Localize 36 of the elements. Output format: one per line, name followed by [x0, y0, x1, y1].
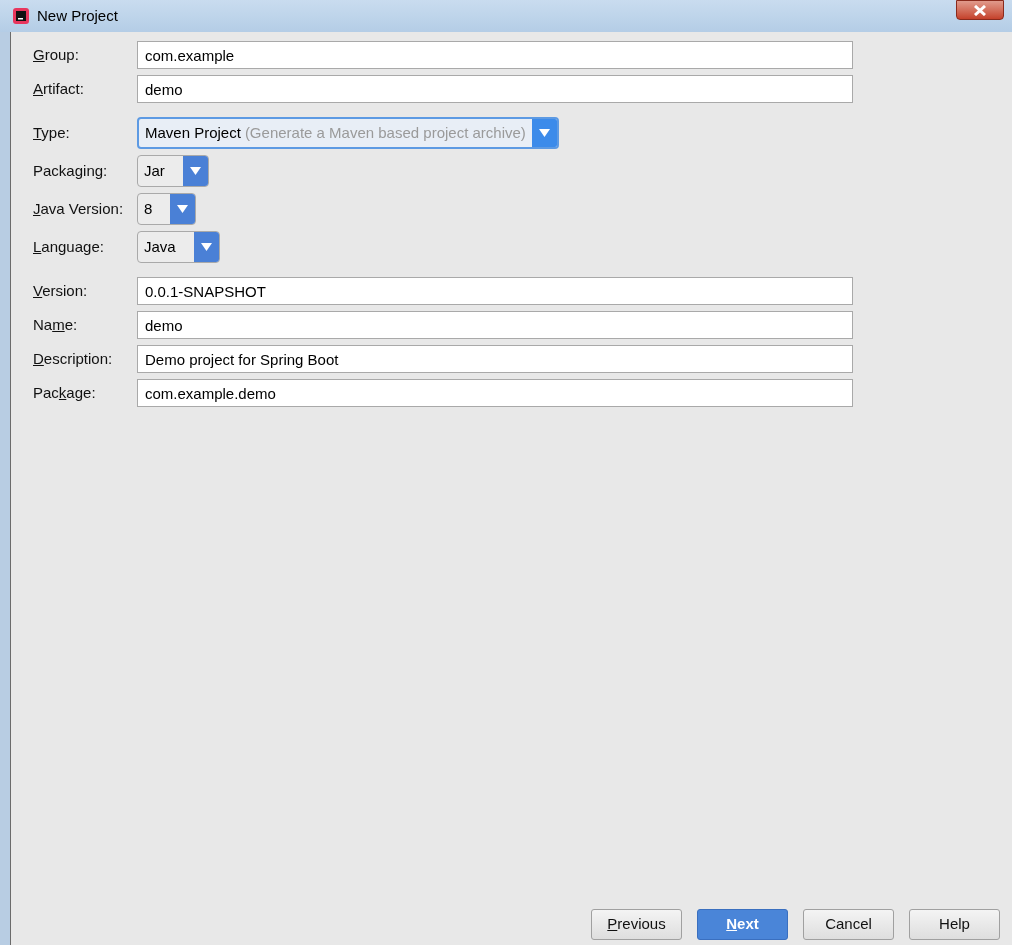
field-label: Packaging:	[33, 160, 109, 181]
text-field[interactable]: Demo project for Spring Boot	[137, 345, 853, 373]
dropdown[interactable]: Java	[137, 231, 220, 263]
dropdown-value: Jar	[143, 160, 166, 181]
text-field[interactable]: demo	[137, 311, 853, 339]
close-icon	[973, 4, 987, 16]
field-label: Java Version:	[33, 198, 125, 219]
close-button[interactable]	[956, 0, 1004, 20]
app-icon	[13, 8, 29, 24]
text-field[interactable]: com.example	[137, 41, 853, 69]
dropdown-value: Java	[143, 236, 177, 257]
dropdown-arrow-icon	[189, 167, 201, 175]
dialog-button[interactable]: Previous	[591, 909, 682, 940]
dropdown[interactable]: Jar	[137, 155, 209, 187]
field-label: Package:	[33, 382, 97, 403]
field-label: Group:	[33, 44, 80, 65]
field-label: Description:	[33, 348, 114, 369]
field-label: Version:	[33, 280, 89, 301]
dropdown-arrow-icon	[538, 129, 550, 137]
field-label: Type:	[33, 122, 71, 143]
dialog-button[interactable]: Cancel	[803, 909, 894, 940]
dropdown-value: Maven Project (Generate a Maven based project archive)	[144, 122, 527, 143]
dropdown[interactable]: 8	[137, 193, 197, 225]
field-label: Language:	[33, 236, 105, 257]
dropdown[interactable]: Maven Project (Generate a Maven based project archive)	[137, 117, 559, 149]
text-field[interactable]: 0.0.1-SNAPSHOT	[137, 277, 853, 305]
window-title: New Project	[37, 5, 118, 26]
dropdown-value: 8	[143, 198, 154, 219]
dropdown-arrow-icon	[200, 243, 212, 251]
field-label: Name:	[33, 314, 79, 335]
dropdown-arrow-icon	[177, 205, 189, 213]
field-label: Artifact:	[33, 78, 85, 99]
dialog-button[interactable]: Help	[909, 909, 1000, 940]
text-field[interactable]: demo	[137, 75, 853, 103]
text-field[interactable]: com.example.demo	[137, 379, 853, 407]
dialog-button[interactable]: Next	[697, 909, 788, 940]
